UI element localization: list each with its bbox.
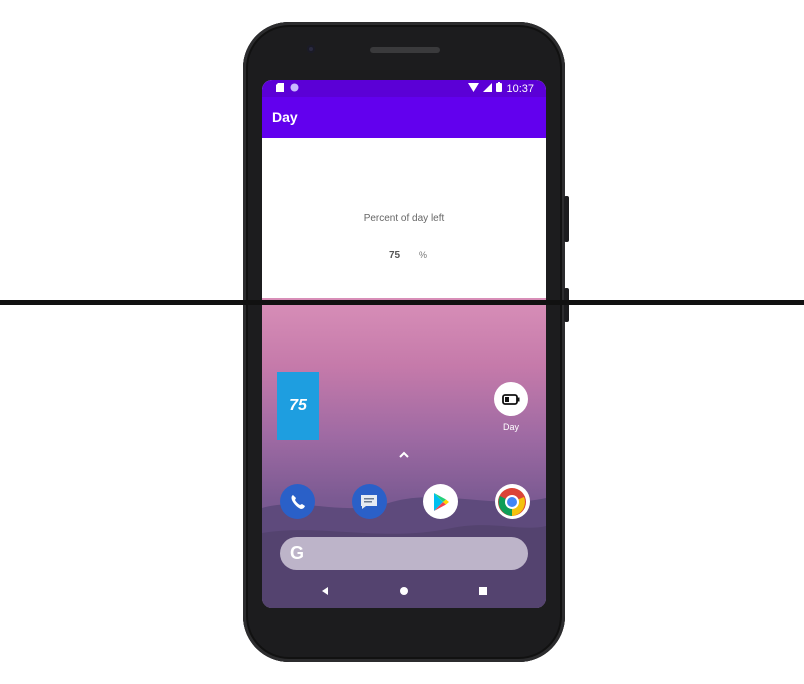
home-screen: 75 Day G: [262, 298, 546, 608]
phone-screen: 10:37 Day Percent of day left 75 % 75 Da…: [262, 80, 546, 608]
phone-icon[interactable]: [280, 484, 315, 519]
navigation-bar: [262, 576, 546, 606]
back-icon[interactable]: [318, 584, 332, 598]
play-store-icon[interactable]: [423, 484, 459, 519]
percent-unit: %: [419, 250, 428, 260]
wifi-icon: [468, 82, 480, 95]
percent-label: Percent of day left: [363, 213, 445, 224]
app-title: Day: [272, 109, 298, 125]
earpiece-speaker: [370, 47, 440, 53]
messages-icon[interactable]: [351, 484, 387, 519]
google-search-bar[interactable]: G: [280, 537, 528, 570]
volume-button: [564, 288, 569, 322]
chrome-icon[interactable]: [494, 484, 530, 519]
recents-icon[interactable]: [476, 584, 490, 598]
status-time: 10:37: [506, 82, 534, 95]
signal-icon: [483, 82, 493, 95]
sd-card-icon: [276, 83, 284, 95]
home-icon[interactable]: [397, 584, 411, 598]
app-dock: [280, 484, 530, 520]
percent-value: 75: [389, 250, 401, 261]
google-logo: G: [290, 543, 305, 563]
day-widget[interactable]: 75: [277, 372, 319, 440]
battery-outline-icon: [494, 382, 528, 416]
day-app-label: Day: [502, 422, 519, 432]
day-app-shortcut[interactable]: Day: [490, 382, 532, 432]
app-bar: Day: [262, 97, 546, 138]
power-button: [564, 196, 569, 242]
front-camera: [307, 45, 315, 53]
main-content: Percent of day left 75 %: [262, 138, 546, 298]
horizontal-divider-line: [0, 300, 804, 305]
battery-icon: [496, 82, 503, 95]
status-bar: 10:37: [262, 80, 546, 97]
notification-dot-icon: [290, 83, 299, 95]
chevron-up-icon[interactable]: [397, 450, 411, 460]
